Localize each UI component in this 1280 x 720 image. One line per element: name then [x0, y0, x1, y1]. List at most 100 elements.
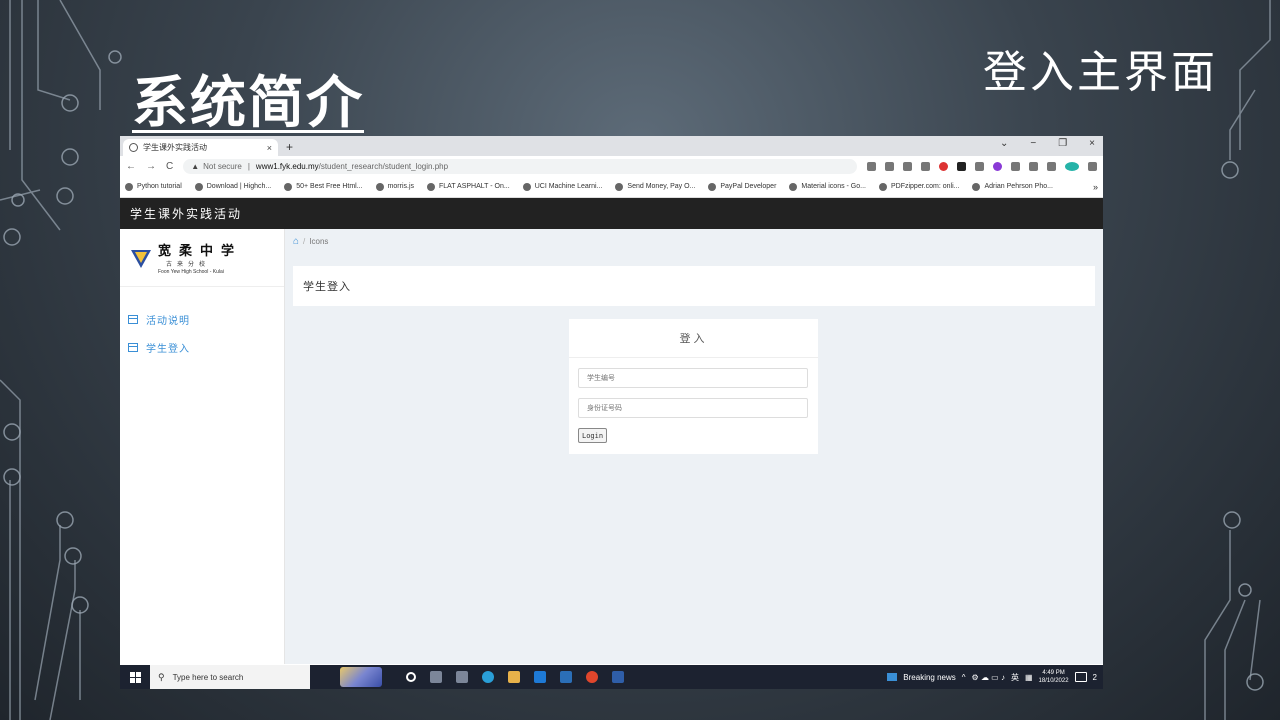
back-button[interactable]: ←: [126, 161, 136, 172]
school-branch-cn: 古来分校: [166, 261, 211, 268]
id-number-input[interactable]: [578, 398, 808, 418]
more-bookmarks-button[interactable]: »: [1093, 182, 1098, 192]
calendar-icon: [128, 314, 138, 324]
sidebar-menu: 活动说明 学生登入: [120, 287, 284, 361]
tab-search-icon[interactable]: ⌄: [1000, 138, 1008, 149]
bookmark-item[interactable]: UCI Machine Learni...: [522, 182, 602, 191]
translate-icon[interactable]: [867, 161, 876, 171]
globe-icon: [522, 182, 531, 191]
main-content: ⌂ / Icons 学生登入 登入 Login: [285, 229, 1103, 664]
screenshot-icon[interactable]: [921, 161, 930, 171]
bookmark-item[interactable]: 50+ Best Free Html...: [284, 182, 363, 191]
ime-icon[interactable]: ▦: [1025, 673, 1033, 682]
cortana-icon[interactable]: [406, 672, 416, 682]
side-panel-icon[interactable]: [1047, 161, 1056, 171]
sidebar-item-student-login[interactable]: 学生登入: [120, 333, 284, 361]
url-host: www1.fyk.edu.my: [255, 161, 319, 171]
login-button[interactable]: Login: [578, 428, 608, 443]
school-logo: 宽柔中学 古来分校 Foon Yew High School - Kulai: [120, 229, 284, 287]
browser-screenshot: 学生课外实践活动 × + ⌄ − ❐ × ← → C ▲ Not secure …: [120, 136, 1103, 689]
bookmark-icon: [125, 182, 133, 191]
browser-tab[interactable]: 学生课外实践活动 ×: [123, 139, 278, 156]
chrome-icon[interactable]: [586, 671, 598, 683]
tab-bar: 学生课外实践活动 × + ⌄ − ❐ ×: [120, 136, 1103, 156]
globe-icon: [708, 182, 717, 191]
windows-icon: [129, 671, 141, 683]
tray-icons[interactable]: ⚙ ☁ ▭ ♪: [972, 673, 1005, 682]
extension-01-icon[interactable]: [957, 161, 966, 171]
search-highlight-image[interactable]: [340, 667, 382, 687]
taskbar-search[interactable]: ⚲ Type here to search: [150, 665, 310, 689]
store-icon[interactable]: [534, 671, 546, 683]
breadcrumb-separator: /: [303, 236, 306, 246]
mail-icon[interactable]: [560, 671, 572, 683]
star-icon[interactable]: [903, 161, 912, 171]
maximize-button[interactable]: ❐: [1058, 138, 1067, 149]
forward-button[interactable]: →: [146, 161, 156, 172]
k-extension-icon[interactable]: [993, 161, 1002, 171]
warning-icon: ▲: [191, 161, 200, 171]
window-controls: ⌄ − ❐ ×: [1000, 138, 1095, 149]
extension-icons: [867, 161, 1097, 171]
globe-icon: [194, 182, 203, 191]
news-label[interactable]: Breaking news: [903, 673, 955, 682]
settings-app-icon[interactable]: [456, 671, 468, 683]
camera-icon[interactable]: [975, 161, 984, 171]
globe-icon: [878, 182, 887, 191]
notification-icon[interactable]: [1074, 672, 1087, 682]
start-button[interactable]: [120, 671, 150, 683]
calendar-icon: [128, 342, 138, 352]
bookmark-item[interactable]: FLAT ASPHALT - On...: [427, 182, 510, 191]
bookmark-item[interactable]: Adrian Pehrson Pho...: [972, 182, 1053, 191]
globe-icon: [972, 182, 981, 191]
login-heading: 登入: [569, 319, 818, 358]
bookmark-item[interactable]: Python tutorial: [125, 182, 182, 191]
system-tray: Breaking news ^ ⚙ ☁ ▭ ♪ 英 ▦ 4:49 PM 18/1…: [887, 669, 1103, 685]
student-id-input[interactable]: [578, 368, 808, 388]
bookmark-icon: [284, 182, 293, 191]
input-language[interactable]: 英: [1011, 672, 1019, 683]
reload-button[interactable]: C: [166, 161, 173, 172]
sidebar-item-activity-info[interactable]: 活动说明: [120, 305, 284, 333]
word-icon[interactable]: [612, 671, 624, 683]
task-view-icon[interactable]: [430, 671, 442, 683]
home-icon[interactable]: ⌂: [293, 236, 299, 247]
url-path: /student_research/student_login.php: [318, 161, 449, 171]
new-tab-button[interactable]: +: [286, 139, 293, 156]
flag-icon: [427, 182, 436, 191]
globe-icon: [375, 182, 384, 191]
bookmark-item[interactable]: Material icons - Go...: [789, 182, 866, 191]
edge-icon[interactable]: [482, 671, 494, 683]
profile-icon[interactable]: [1065, 161, 1079, 171]
url-field[interactable]: ▲ Not secure | www1.fyk.edu.my /student_…: [183, 158, 857, 174]
app-body: 宽柔中学 古来分校 Foon Yew High School - Kulai 活…: [120, 229, 1103, 664]
address-bar: ← → C ▲ Not secure | www1.fyk.edu.my /st…: [120, 156, 1103, 176]
url-separator: |: [247, 161, 250, 171]
sidebar: 宽柔中学 古来分校 Foon Yew High School - Kulai 活…: [120, 229, 285, 664]
file-explorer-icon[interactable]: [508, 671, 520, 683]
globe-icon: [789, 182, 798, 191]
bookmark-item[interactable]: Send Money, Pay O...: [615, 182, 695, 191]
taskbar-apps: [406, 671, 624, 683]
windows-taskbar: ⚲ Type here to search Breaking news ^ ⚙ …: [120, 665, 1103, 689]
not-secure-label[interactable]: Not secure: [203, 162, 242, 171]
reading-list-icon[interactable]: [1029, 161, 1038, 171]
taskbar-search-placeholder: Type here to search: [172, 672, 244, 682]
bookmark-item[interactable]: Download | Highch...: [194, 182, 271, 191]
school-crest-icon: [131, 249, 151, 268]
tab-title: 学生课外实践活动: [143, 143, 207, 152]
puzzle-icon[interactable]: [1011, 161, 1020, 171]
share-icon[interactable]: [885, 161, 894, 171]
tray-overflow-icon[interactable]: ^: [962, 673, 966, 682]
bookmark-item[interactable]: PayPal Developer: [708, 182, 776, 191]
bookmark-item[interactable]: morris.js: [375, 182, 414, 191]
close-window-button[interactable]: ×: [1089, 138, 1095, 149]
clock[interactable]: 4:49 PM 18/10/2022: [1039, 669, 1069, 685]
close-tab-icon[interactable]: ×: [267, 143, 272, 153]
kebab-menu-icon[interactable]: [1088, 161, 1097, 171]
news-icon[interactable]: [887, 673, 898, 681]
color-picker-icon[interactable]: [939, 161, 948, 171]
school-name-cn: 宽柔中学: [158, 244, 243, 259]
minimize-button[interactable]: −: [1030, 138, 1036, 149]
bookmark-item[interactable]: PDFzipper.com: onli...: [878, 182, 959, 191]
